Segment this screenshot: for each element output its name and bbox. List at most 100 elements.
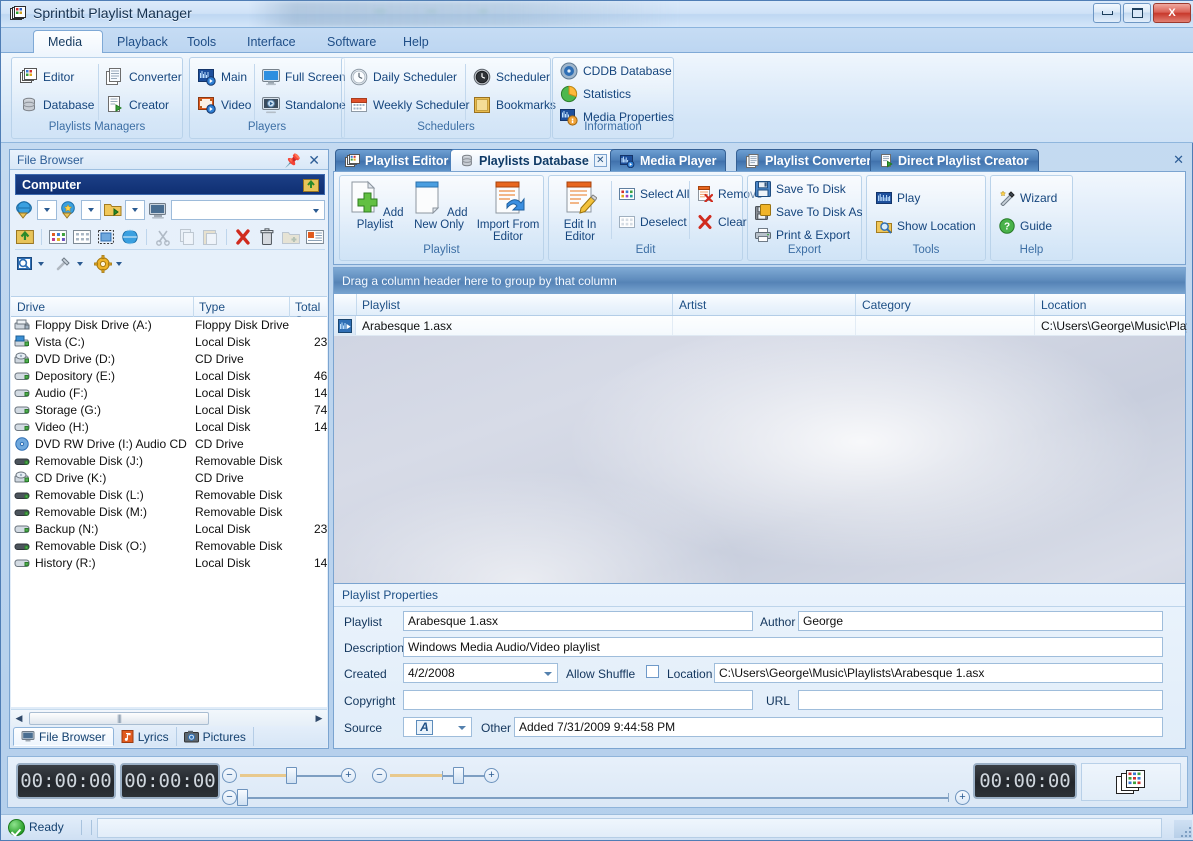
menu-tab-playback[interactable]: Playback	[103, 30, 182, 54]
list-item[interactable]: Floppy Disk Drive (A:) Floppy Disk Drive	[11, 317, 327, 334]
minimize-button[interactable]	[1093, 3, 1121, 23]
ribbon-button-editor[interactable]: Editor	[20, 68, 74, 86]
close-document-icon[interactable]: ✕	[1173, 152, 1184, 168]
close-icon[interactable]: ✕	[308, 152, 320, 169]
properties-icon[interactable]	[305, 227, 325, 247]
description-input[interactable]: Windows Media Audio/Video playlist	[403, 637, 1163, 657]
copyright-input[interactable]	[403, 690, 753, 710]
add-new-only-button[interactable]: Add New Only	[408, 180, 470, 231]
seek-decrease-button[interactable]: −	[222, 768, 237, 783]
computer-icon[interactable]	[147, 200, 169, 220]
ribbon-button-main[interactable]: Main	[198, 68, 247, 86]
list-item[interactable]: DVD RW Drive (I:) Audio CD CD Drive	[11, 436, 327, 453]
dock-tab-file-browser[interactable]: File Browser	[13, 727, 114, 746]
path-input[interactable]	[171, 200, 325, 220]
search-files-icon[interactable]	[15, 254, 35, 274]
column-header-artist[interactable]: Artist	[679, 298, 706, 312]
ribbon-button-scheduler[interactable]: Scheduler	[473, 68, 550, 86]
seek-slider[interactable]: − +	[222, 767, 362, 784]
refresh-globe-icon[interactable]	[119, 227, 140, 247]
ribbon-button-daily-scheduler[interactable]: Daily Scheduler	[350, 68, 457, 86]
file-browser-hscrollbar[interactable]: ◀ ||| ▶	[11, 709, 327, 726]
delete-icon[interactable]	[233, 227, 253, 247]
select-all-button[interactable]: Select All	[619, 186, 689, 202]
guide-button[interactable]: ? Guide	[999, 218, 1052, 234]
ribbon-button-database[interactable]: Database	[20, 96, 94, 114]
location-input[interactable]: C:\Users\George\Music\Playlists\Arabesqu…	[714, 663, 1163, 683]
dock-tab-lyrics[interactable]: Lyrics	[114, 727, 177, 746]
other-input[interactable]: Added 7/31/2009 9:44:58 PM	[514, 717, 1163, 737]
list-item[interactable]: History (R:) Local Disk 149.0	[11, 555, 327, 572]
go-up-icon[interactable]	[303, 177, 319, 193]
volume-decrease-button[interactable]: −	[372, 768, 387, 783]
list-item[interactable]: Audio (F:) Local Disk 149.0	[11, 385, 327, 402]
playlists-button[interactable]	[1081, 763, 1181, 801]
wizard-button[interactable]: Wizard	[999, 190, 1057, 206]
column-header-location[interactable]: Location	[1041, 298, 1086, 312]
play-button[interactable]: Play	[876, 190, 920, 206]
globe-dropdown[interactable]	[37, 200, 57, 220]
resize-grip[interactable]	[1174, 820, 1192, 838]
position-increase-button[interactable]: +	[955, 790, 970, 805]
close-button[interactable]: X	[1153, 3, 1191, 23]
menu-tab-interface[interactable]: Interface	[233, 30, 310, 54]
cut-icon[interactable]	[153, 227, 173, 247]
column-header-playlist[interactable]: Playlist	[362, 298, 400, 312]
volume-increase-button[interactable]: +	[484, 768, 499, 783]
playlist-name-input[interactable]: Arabesque 1.asx	[403, 611, 753, 631]
favorites-icon[interactable]	[59, 200, 79, 220]
up-folder-icon[interactable]	[15, 227, 35, 247]
drive-list[interactable]: Floppy Disk Drive (A:) Floppy Disk Drive…	[11, 317, 327, 707]
group-by-panel[interactable]: Drag a column header here to group by th…	[334, 268, 1185, 294]
list-item[interactable]: Removable Disk (O:) Removable Disk	[11, 538, 327, 555]
large-icons-view-icon[interactable]	[48, 227, 68, 247]
save-to-disk-as-button[interactable]: Save To Disk As	[755, 204, 862, 220]
print-and-export-button[interactable]: Print & Export	[755, 227, 850, 243]
clear-button[interactable]: Clear	[697, 214, 747, 230]
edit-in-editor-button[interactable]: Edit In Editor	[553, 180, 607, 243]
tab-playlists-database[interactable]: Playlists Database ✕	[450, 149, 617, 171]
created-date-dropdown[interactable]: 4/2/2008	[403, 663, 558, 683]
scroll-left-icon[interactable]: ◀	[11, 711, 27, 726]
tab-direct-playlist-creator[interactable]: Direct Playlist Creator	[870, 149, 1039, 171]
author-input[interactable]: George	[798, 611, 1163, 631]
folder-dropdown[interactable]	[125, 200, 145, 220]
favorites-dropdown[interactable]	[81, 200, 101, 220]
source-dropdown[interactable]: A	[403, 717, 472, 737]
select-region-icon[interactable]	[96, 227, 116, 247]
ribbon-button-statistics[interactable]: Statistics	[560, 85, 631, 103]
seek-thumb[interactable]	[286, 767, 297, 784]
tab-playlist-editor[interactable]: Playlist Editor	[335, 149, 459, 171]
scrollbar-thumb[interactable]: |||	[29, 711, 209, 725]
column-header-category[interactable]: Category	[862, 298, 911, 312]
menu-tab-media[interactable]: Media	[33, 30, 103, 54]
settings-gear-icon[interactable]	[93, 254, 113, 274]
ribbon-button-bookmarks[interactable]: Bookmarks	[473, 96, 556, 114]
copy-icon[interactable]	[177, 227, 197, 247]
allow-shuffle-checkbox[interactable]	[646, 665, 659, 678]
ribbon-button-cddb-database[interactable]: CDDB Database	[560, 62, 672, 80]
add-playlist-button[interactable]: Add Playlist	[344, 180, 406, 231]
folder-icon[interactable]	[103, 200, 123, 220]
list-item[interactable]: Depository (E:) Local Disk 465.7	[11, 368, 327, 385]
ribbon-button-video[interactable]: Video	[198, 96, 251, 114]
tools-hammer-icon[interactable]	[54, 254, 74, 274]
maximize-button[interactable]	[1123, 3, 1151, 23]
tab-media-player[interactable]: Media Player	[610, 149, 727, 171]
menu-tab-tools[interactable]: Tools	[173, 30, 230, 54]
list-item[interactable]: Vista (C:) Local Disk 233.7	[11, 334, 327, 351]
import-from-editor-button[interactable]: Import From Editor	[474, 180, 542, 243]
list-item[interactable]: Storage (G:) Local Disk 74.52	[11, 402, 327, 419]
volume-slider[interactable]: − +	[372, 767, 512, 784]
recycle-bin-icon[interactable]	[257, 227, 277, 247]
column-header-type[interactable]: Type	[199, 300, 225, 314]
tab-playlist-converter[interactable]: Playlist Converter	[736, 149, 882, 171]
dock-tab-pictures[interactable]: Pictures	[177, 727, 254, 746]
list-item[interactable]: DVD Drive (D:) CD Drive	[11, 351, 327, 368]
paste-icon[interactable]	[200, 227, 220, 247]
scroll-right-icon[interactable]: ▶	[311, 711, 327, 726]
menu-tab-help[interactable]: Help	[389, 30, 443, 54]
ribbon-button-full-screen[interactable]: Full Screen	[262, 68, 346, 86]
seek-increase-button[interactable]: +	[341, 768, 356, 783]
list-item[interactable]: Removable Disk (J:) Removable Disk	[11, 453, 327, 470]
